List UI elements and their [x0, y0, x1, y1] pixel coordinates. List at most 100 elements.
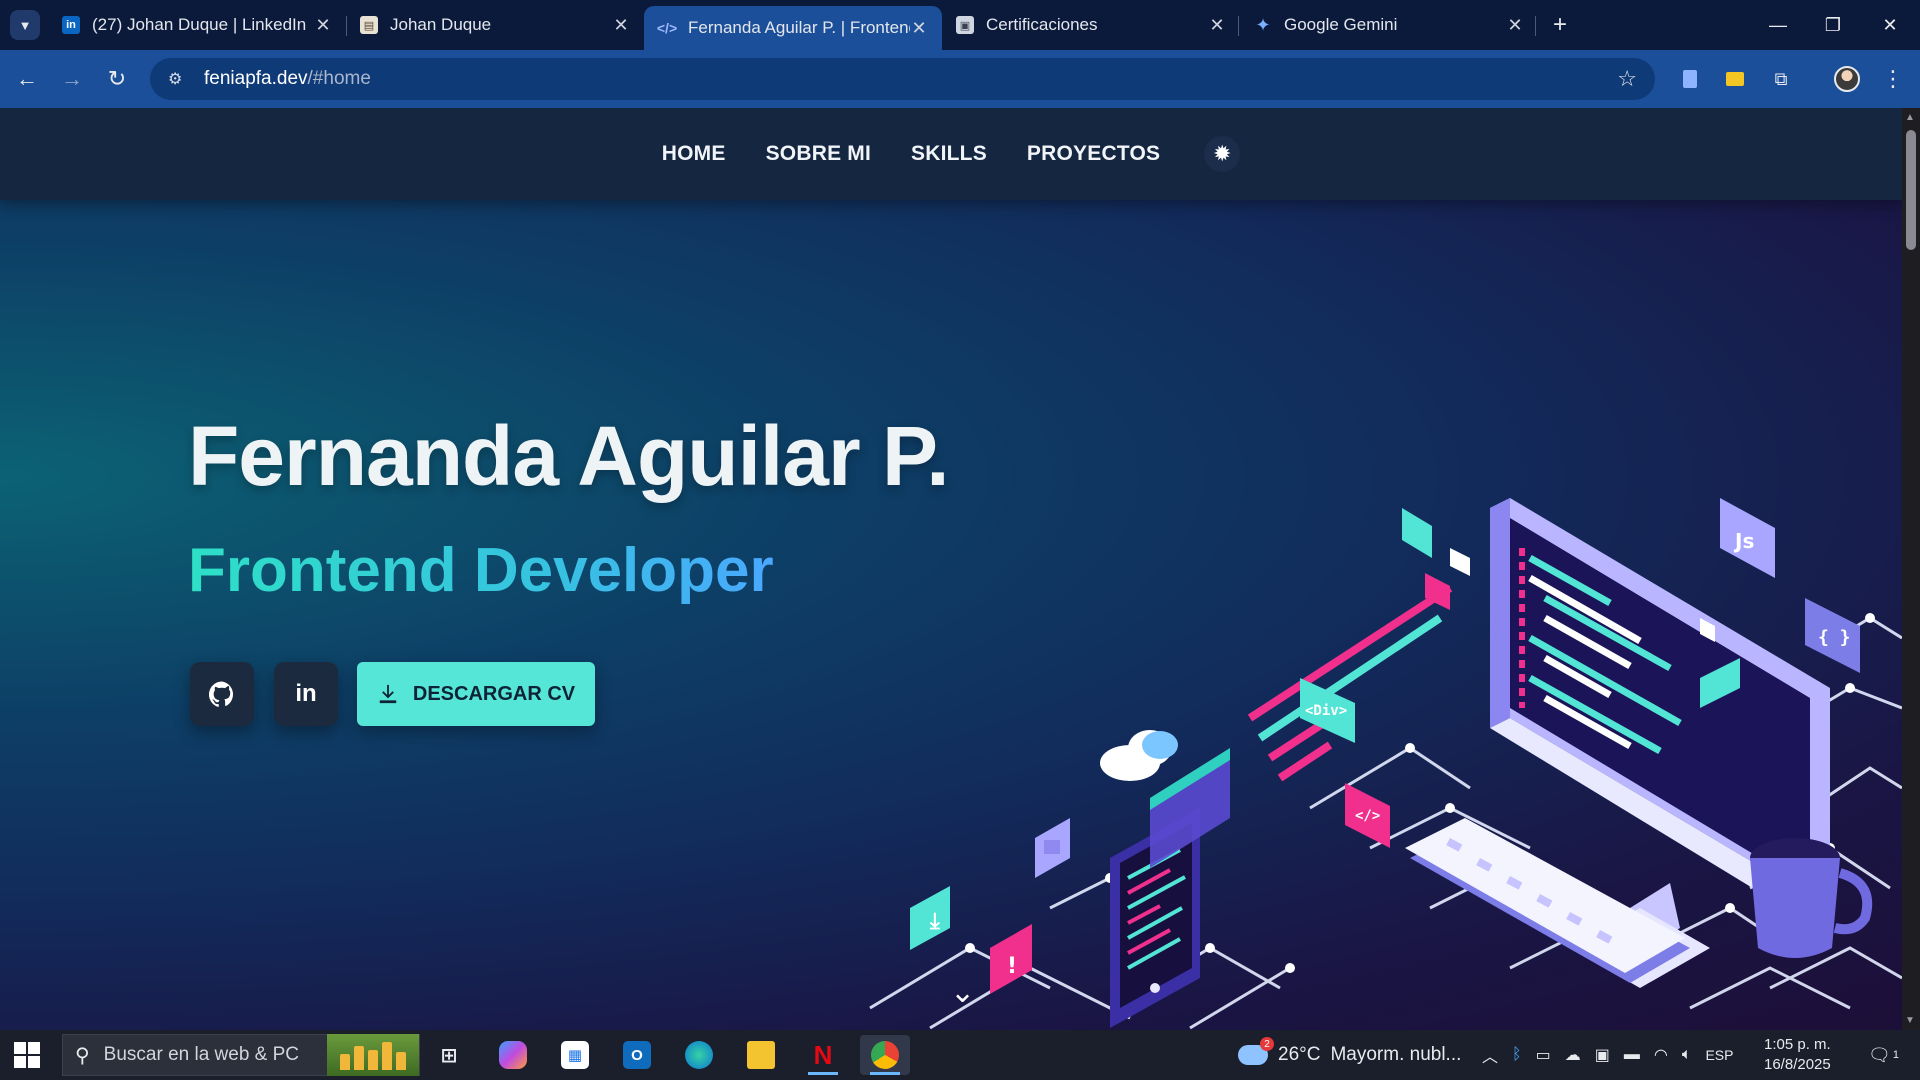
- outlook-app[interactable]: O: [612, 1035, 662, 1075]
- folder-icon: [747, 1041, 775, 1069]
- meet-now-icon[interactable]: ▭: [1536, 1045, 1551, 1065]
- window-close-button[interactable]: ✕: [1870, 8, 1910, 42]
- task-view-button[interactable]: ⊞: [424, 1035, 474, 1075]
- bluetooth-icon[interactable]: ᛒ: [1512, 1046, 1522, 1064]
- copilot-app[interactable]: [488, 1035, 538, 1075]
- hero-role: Frontend Developer: [188, 536, 774, 605]
- copilot-icon: [499, 1041, 527, 1069]
- tab-title: Fernanda Aguilar P. | Frontend D: [688, 18, 910, 37]
- tab-title: (27) Johan Duque | LinkedIn: [92, 15, 307, 34]
- tab-title: Google Gemini: [1284, 15, 1398, 34]
- linkedin-button[interactable]: in: [274, 662, 338, 726]
- new-tab-button[interactable]: +: [1545, 10, 1575, 40]
- svg-text:⤓: ⤓: [929, 909, 940, 934]
- menu-icon[interactable]: ⋮: [1878, 64, 1908, 94]
- volume-icon[interactable]: 🔈︎: [1682, 1046, 1692, 1064]
- nav-link-proyectos[interactable]: PROYECTOS: [1027, 142, 1160, 166]
- language-indicator[interactable]: ESP: [1705, 1047, 1733, 1063]
- edge-icon: [685, 1041, 713, 1069]
- download-icon: [379, 684, 397, 704]
- extension-icon[interactable]: [1720, 64, 1750, 94]
- tab-title: Johan Duque: [390, 15, 492, 34]
- notification-center-button[interactable]: 🗨︎ 1: [1868, 1030, 1899, 1080]
- scroll-up-arrow-icon[interactable]: ▲: [1905, 112, 1915, 123]
- forward-button[interactable]: →: [57, 64, 87, 94]
- scrollbar-thumb[interactable]: [1906, 130, 1916, 250]
- wifi-icon[interactable]: ◠: [1654, 1045, 1668, 1065]
- reload-button[interactable]: ↻: [102, 64, 132, 94]
- weather-alert-badge: 2: [1260, 1037, 1274, 1051]
- tab-title: Certificaciones: [986, 15, 1098, 34]
- close-icon[interactable]: ✕: [910, 18, 928, 39]
- tab-certificaciones[interactable]: ▣ Certificaciones ✕: [942, 8, 1240, 42]
- search-icon: ⚲: [75, 1044, 90, 1067]
- close-icon[interactable]: ✕: [1506, 15, 1524, 36]
- battery-icon[interactable]: ▬: [1624, 1046, 1640, 1064]
- alert-card-text: !: [1007, 954, 1017, 979]
- tab-linkedin[interactable]: in (27) Johan Duque | LinkedIn ✕: [48, 8, 346, 42]
- page-viewport: HOME SOBRE MI SKILLS PROYECTOS ✹ Fernand…: [0, 108, 1902, 1030]
- js-card-text: Js: [1733, 529, 1754, 553]
- tag-card-text: </>: [1355, 808, 1380, 824]
- theme-toggle-sun-icon[interactable]: ✹: [1204, 136, 1241, 172]
- task-view-icon: ⊞: [440, 1044, 458, 1067]
- weather-desc: Mayorm. nubl...: [1330, 1044, 1462, 1065]
- netflix-app[interactable]: N: [798, 1035, 848, 1075]
- page-scrollbar[interactable]: ▲ ▼: [1902, 108, 1920, 1030]
- weather-widget[interactable]: 2 26°C Mayorm. nubl...: [1238, 1030, 1461, 1080]
- gemini-icon: ✦: [1255, 14, 1271, 35]
- tab-strip: ▼ in (27) Johan Duque | LinkedIn ✕ ▤ Joh…: [0, 0, 1920, 50]
- braces-card-text: { }: [1818, 627, 1851, 648]
- display-icon[interactable]: ▣: [1595, 1045, 1610, 1065]
- scroll-down-chevron-icon[interactable]: ⌄: [950, 975, 975, 1010]
- download-cv-label: DESCARGAR CV: [412, 682, 576, 705]
- site-info-icon[interactable]: ⚙: [168, 69, 190, 89]
- site-navbar: HOME SOBRE MI SKILLS PROYECTOS ✹: [0, 108, 1902, 200]
- file-explorer-app[interactable]: [736, 1035, 786, 1075]
- url-path: /#home: [307, 68, 371, 89]
- taskbar-search-box[interactable]: ⚲ Buscar en la web & PC: [62, 1034, 420, 1076]
- restore-button[interactable]: ❐: [1813, 8, 1853, 42]
- nav-link-home[interactable]: HOME: [662, 142, 726, 166]
- microsoft-store-app[interactable]: ▦: [550, 1035, 600, 1075]
- chrome-app[interactable]: [860, 1035, 910, 1075]
- weather-temp: 26°C: [1278, 1044, 1321, 1065]
- store-icon: ▦: [561, 1041, 589, 1069]
- notification-icon: 🗨︎: [1868, 1044, 1891, 1065]
- download-cv-button[interactable]: DESCARGAR CV: [357, 662, 595, 726]
- linkedin-icon: in: [62, 16, 80, 34]
- close-icon[interactable]: ✕: [1208, 15, 1226, 36]
- browser-toolbar: ← → ↻ ⚙ feniapfa.dev/#home ☆ ⧉ ⋮: [0, 50, 1920, 108]
- minimize-button[interactable]: —: [1758, 8, 1798, 42]
- tab-fernanda-portfolio[interactable]: </> Fernanda Aguilar P. | Frontend D ✕: [644, 6, 942, 50]
- clock-time: 1:05 p. m.: [1764, 1036, 1831, 1053]
- document-icon: ▤: [360, 16, 378, 34]
- avatar[interactable]: [1832, 64, 1862, 94]
- windows-taskbar: ⚲ Buscar en la web & PC ⊞ ▦ O N 2 26°C M…: [0, 1030, 1920, 1080]
- bookmark-star-icon[interactable]: ☆: [1617, 66, 1637, 92]
- back-button[interactable]: ←: [12, 64, 42, 94]
- address-bar[interactable]: ⚙ feniapfa.dev/#home ☆: [150, 58, 1655, 100]
- close-icon[interactable]: ✕: [612, 15, 630, 36]
- folder-icon: ▣: [956, 16, 974, 34]
- puzzle-icon[interactable]: ⧉: [1766, 64, 1796, 94]
- scroll-down-arrow-icon[interactable]: ▼: [1905, 1015, 1915, 1026]
- close-icon[interactable]: ✕: [314, 15, 332, 36]
- tab-google-gemini[interactable]: ✦ Google Gemini ✕: [1240, 8, 1538, 42]
- developer-illustration: ⤓ ! </> <Div> Js { }: [869, 498, 1902, 1030]
- extension-icon[interactable]: [1675, 64, 1705, 94]
- github-button[interactable]: [190, 662, 254, 726]
- chevron-up-icon[interactable]: ︿: [1482, 1043, 1498, 1067]
- taskbar-clock[interactable]: 1:05 p. m. 16/8/2025: [1764, 1030, 1831, 1080]
- edge-app[interactable]: [674, 1035, 724, 1075]
- code-icon: </>: [656, 20, 678, 36]
- tab-search-button[interactable]: ▼: [10, 10, 40, 40]
- nav-link-sobre-mi[interactable]: SOBRE MI: [766, 142, 871, 166]
- tab-johan-duque[interactable]: ▤ Johan Duque ✕: [346, 8, 644, 42]
- nav-link-skills[interactable]: SKILLS: [911, 142, 987, 166]
- taskbar-search-placeholder: Buscar en la web & PC: [103, 1044, 300, 1065]
- onedrive-icon[interactable]: ☁: [1565, 1045, 1581, 1065]
- windows-start-button[interactable]: [14, 1042, 40, 1068]
- system-tray: ︿ ᛒ ▭ ☁ ▣ ▬ ◠ 🔈︎ ESP: [1482, 1030, 1733, 1080]
- div-card-text: <Div>: [1305, 703, 1347, 719]
